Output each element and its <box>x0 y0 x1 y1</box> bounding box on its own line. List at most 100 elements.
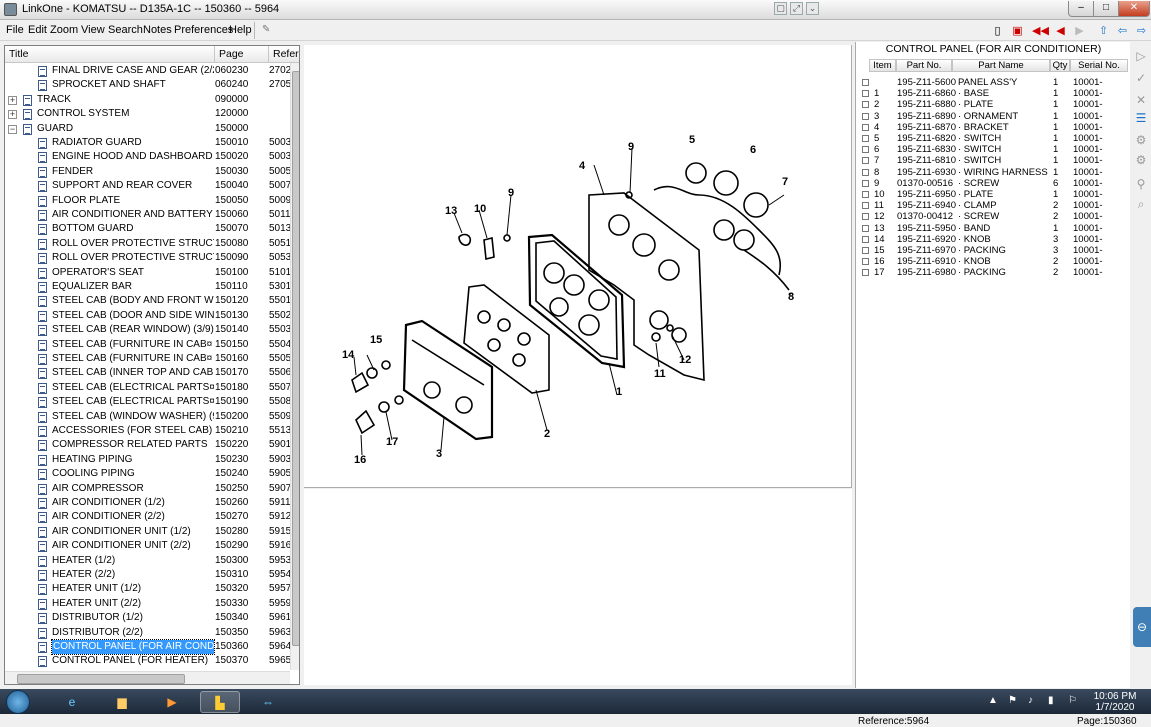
tree-item-row[interactable]: STEEL CAB (FURNITURE IN CAB¤ RE...150160… <box>5 352 291 366</box>
column-header-reference[interactable]: Refere <box>269 46 299 63</box>
parts-row[interactable]: 1 195-Z11-6860 · BASE 1 10001- <box>859 88 1127 99</box>
remove-icon[interactable]: ✕ <box>1134 93 1148 107</box>
tree-item-row[interactable]: STEEL CAB (REAR WINDOW) (3/9) 150140 5503 <box>5 323 291 337</box>
column-header-part-no[interactable]: Part No. <box>896 59 952 72</box>
first-page-icon[interactable]: ◀◀ <box>1032 24 1049 38</box>
maximize-button[interactable]: □ <box>1093 1 1119 17</box>
row-checkbox[interactable] <box>862 90 869 98</box>
expand-icon[interactable]: + <box>8 95 17 105</box>
parts-row[interactable]: 195-Z11-5600 PANEL ASS'Y 1 10001- <box>859 77 1127 88</box>
check-icon[interactable]: ✓ <box>1134 71 1148 85</box>
linkone-taskbar-icon[interactable]: ▙ <box>200 691 240 713</box>
tray-network-icon[interactable]: ▮ <box>1048 695 1054 706</box>
parts-row[interactable]: 14 195-Z11-6920 · KNOB 3 10001- <box>859 234 1127 245</box>
expand-icon[interactable]: + <box>8 110 17 120</box>
parts-drawing[interactable]: 1 2 3 4 5 6 7 8 9 9 10 11 12 13 14 15 16… <box>304 45 852 488</box>
parts-row[interactable]: 11 195-Z11-6940 · CLAMP 2 10001- <box>859 200 1127 211</box>
tree-item-row[interactable]: COOLING PIPING 150240 5905 <box>5 467 291 481</box>
parts-row[interactable]: 9 01370-00516 · SCREW 6 10001- <box>859 178 1127 189</box>
column-header-part-name[interactable]: Part Name <box>952 59 1050 72</box>
tree-item-row[interactable]: STEEL CAB (ELECTRICAL PARTS¤ RE...150190… <box>5 395 291 409</box>
media-player-icon[interactable]: ▶ <box>152 691 192 713</box>
tree-item-row[interactable]: AIR CONDITIONER UNIT (2/2) 150290 5916 <box>5 539 291 553</box>
row-checkbox[interactable] <box>862 224 869 232</box>
row-checkbox[interactable] <box>862 146 869 154</box>
tree-item-row[interactable]: STEEL CAB (INNER TOP AND CAB M...150170 5… <box>5 366 291 380</box>
start-button[interactable] <box>6 690 30 714</box>
tree-item-row[interactable]: DISTRIBUTOR (1/2) 150340 5961 <box>5 611 291 625</box>
tree-item-row[interactable]: AIR CONDITIONER (2/2) 150270 5912 <box>5 510 291 524</box>
row-checkbox[interactable] <box>862 202 869 210</box>
tree-vertical-scrollbar[interactable] <box>290 63 299 670</box>
menu-view[interactable]: View <box>81 24 105 36</box>
menu-zoom[interactable]: Zoom <box>50 24 78 36</box>
tree-item-row[interactable]: AIR COMPRESSOR 150250 5907 <box>5 482 291 496</box>
column-header-serial-no[interactable]: Serial No. <box>1070 59 1128 72</box>
close-button[interactable]: ✕ <box>1118 1 1150 17</box>
parts-row[interactable]: 12 01370-00412 · SCREW 2 10001- <box>859 211 1127 222</box>
tree-item-row[interactable]: BOTTOM GUARD 150070 5013 <box>5 222 291 236</box>
pin-icon[interactable]: ✎ <box>262 24 270 35</box>
row-checkbox[interactable] <box>862 191 869 198</box>
row-checkbox[interactable] <box>862 123 869 131</box>
row-checkbox[interactable] <box>862 79 869 86</box>
up-arrow-icon[interactable]: ⇧ <box>1096 24 1111 38</box>
parts-row[interactable]: 4 195-Z11-6870 · BRACKET 1 10001- <box>859 122 1127 133</box>
parts-row[interactable]: 2 195-Z11-6880 · PLATE 1 10001- <box>859 99 1127 110</box>
parts-row[interactable]: 3 195-Z11-6890 · ORNAMENT 1 10001- <box>859 111 1127 122</box>
tree-item-row[interactable]: HEATER UNIT (2/2) 150330 5959 <box>5 597 291 611</box>
tree-item-row[interactable]: STEEL CAB (ELECTRICAL PARTS¤ FR...150180… <box>5 381 291 395</box>
scrollbar-thumb[interactable] <box>292 71 299 646</box>
parts-row[interactable]: 13 195-Z11-5950 · BAND 1 10001- <box>859 223 1127 234</box>
tray-arrow-icon[interactable]: ▲ <box>988 695 998 706</box>
folder-icon[interactable]: ▆ <box>102 691 142 713</box>
menu-help[interactable]: Help <box>229 24 252 36</box>
tree-item-row[interactable]: FENDER 150030 5005 <box>5 165 291 179</box>
parts-row[interactable]: 7 195-Z11-6810 · SWITCH 1 10001- <box>859 155 1127 166</box>
tree-item-row[interactable]: STEEL CAB (BODY AND FRONT WIN... 150120 55… <box>5 294 291 308</box>
tree-item-row[interactable]: FLOOR PLATE 150050 5009 <box>5 194 291 208</box>
play-icon[interactable]: ▷ <box>1134 49 1148 63</box>
clock[interactable]: 10:06 PM 1/7/2020 <box>1090 691 1140 713</box>
tree-group-row[interactable]: + CONTROL SYSTEM 120000 <box>5 107 291 121</box>
row-checkbox[interactable] <box>862 157 869 165</box>
parts-row[interactable]: 15 195-Z11-6970 · PACKING 3 10001- <box>859 245 1127 256</box>
parts-row[interactable]: 8 195-Z11-6930 · WIRING HARNESS 1 10001- <box>859 167 1127 178</box>
chevron-down-icon[interactable]: ⌄ <box>806 2 819 15</box>
restore-panel-icon[interactable]: ▢ <box>774 2 787 15</box>
menu-notes[interactable]: Notes <box>143 24 172 36</box>
tree-item-row[interactable]: RADIATOR GUARD 150010 5003 <box>5 136 291 150</box>
tree-item-row[interactable]: HEATER (2/2) 150310 5954 <box>5 568 291 582</box>
parts-row[interactable]: 5 195-Z11-6820 · SWITCH 1 10001- <box>859 133 1127 144</box>
tree-item-row[interactable]: HEATING PIPING 150230 5903 <box>5 453 291 467</box>
tree-item-row[interactable]: OPERATOR'S SEAT 150100 5101 <box>5 266 291 280</box>
binoculars-icon[interactable]: ⚲ <box>1134 177 1148 191</box>
tray-volume-icon[interactable]: ♪ <box>1028 695 1033 706</box>
tree-item-row[interactable]: STEEL CAB (FURNITURE IN CAB¤ FR...150150… <box>5 338 291 352</box>
tree-item-row[interactable]: CONTROL PANEL (FOR AIR CONDITI...150360 5… <box>5 639 291 655</box>
row-checkbox[interactable] <box>862 235 869 243</box>
browser-icon[interactable]: e <box>52 691 92 713</box>
column-header-item[interactable]: Item <box>869 59 896 72</box>
menu-preferences[interactable]: Preferences <box>174 24 233 36</box>
tree-item-row[interactable]: AIR CONDITIONER UNIT (1/2) 150280 5915 <box>5 525 291 539</box>
tree-item-row[interactable]: ACCESSORIES (FOR STEEL CAB) 150210 5513 <box>5 424 291 438</box>
book-icon[interactable]: ▯ <box>990 24 1005 38</box>
tree-item-row[interactable]: SUPPORT AND REAR COVER 150040 5007 <box>5 179 291 193</box>
scrollbar-thumb[interactable] <box>17 674 185 684</box>
parts-row[interactable]: 17 195-Z11-6980 · PACKING 2 10001- <box>859 267 1127 278</box>
row-checkbox[interactable] <box>862 269 869 277</box>
parts-row[interactable]: 16 195-Z11-6910 · KNOB 2 10001- <box>859 256 1127 267</box>
tree-item-row[interactable]: ENGINE HOOD AND DASHBOARD 150020 5003 <box>5 150 291 164</box>
tray-flag-icon[interactable]: ⚐ <box>1068 695 1077 706</box>
menu-edit[interactable]: Edit <box>28 24 47 36</box>
contents-tree[interactable]: Title Page Refere FINAL DRIVE CASE AND G… <box>4 45 300 685</box>
row-checkbox[interactable] <box>862 179 869 187</box>
tray-action-icon[interactable]: ⚑ <box>1008 695 1017 706</box>
tree-group-row[interactable]: − GUARD 150000 <box>5 122 291 136</box>
tree-item-row[interactable]: AIR CONDITIONER AND BATTERY C... 150060 50… <box>5 208 291 222</box>
forward-arrow-icon[interactable]: ⇨ <box>1134 24 1149 38</box>
minimize-button[interactable]: – <box>1068 1 1094 17</box>
tree-item-row[interactable]: EQUALIZER BAR 150110 5301 <box>5 280 291 294</box>
column-header-qty[interactable]: Qty <box>1050 59 1070 72</box>
